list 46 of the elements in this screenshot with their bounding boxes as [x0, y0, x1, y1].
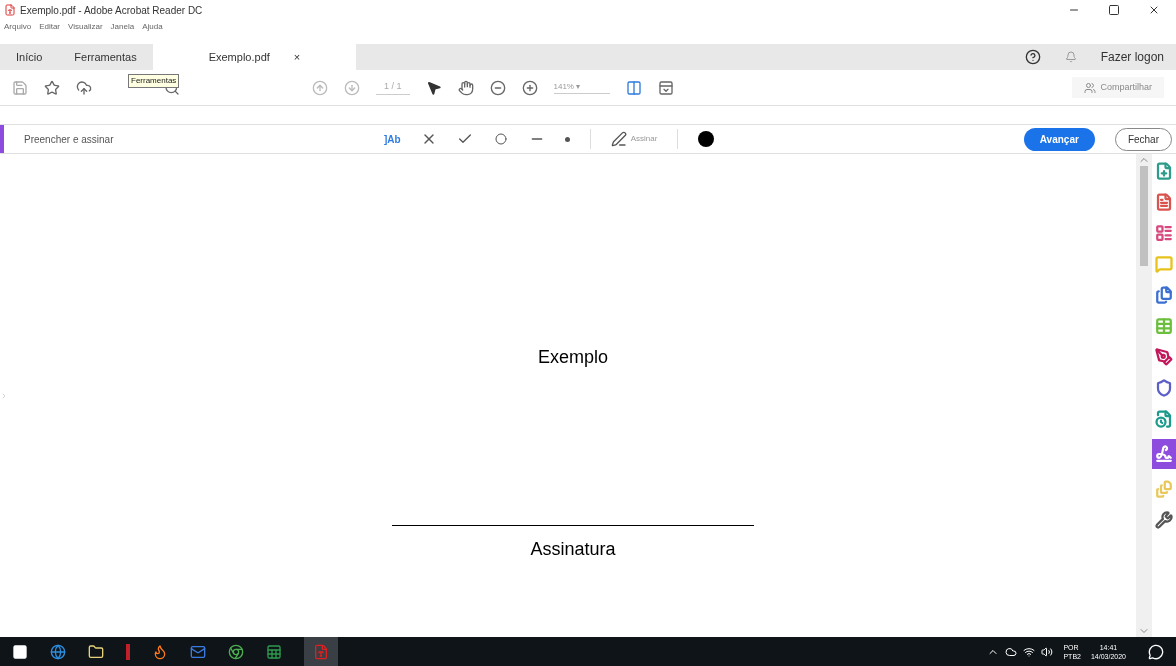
cloud-icon[interactable] — [1005, 645, 1018, 658]
wifi-icon[interactable] — [1023, 645, 1036, 658]
zoom-in-icon[interactable] — [521, 79, 538, 96]
notification-icon[interactable] — [1148, 643, 1164, 660]
menu-item[interactable]: Ajuda — [142, 21, 163, 33]
signature-icon[interactable] — [1152, 439, 1176, 469]
dot-tool-icon[interactable] — [564, 136, 570, 142]
help-icon[interactable] — [1024, 49, 1041, 65]
maximize-icon[interactable] — [1108, 4, 1120, 16]
close-tab-icon[interactable]: × — [293, 48, 301, 66]
spreadsheet-icon[interactable] — [266, 643, 282, 660]
hand-icon[interactable] — [457, 79, 474, 96]
app-icon[interactable] — [126, 643, 130, 660]
tab[interactable]: Início — [0, 44, 59, 70]
menu-item[interactable]: Janela — [110, 21, 135, 33]
panel-title: Preencher e assinar — [24, 132, 115, 147]
color-swatch[interactable] — [698, 131, 715, 147]
tab[interactable]: Ferramentas — [58, 44, 153, 70]
share-button[interactable]: Compartilhar — [1072, 76, 1164, 99]
menu-item[interactable]: Editar — [39, 21, 61, 33]
window-title: Exemplo.pdf - Adobe Acrobat Reader DC — [20, 3, 203, 18]
scrollbar-thumb[interactable] — [1140, 166, 1148, 266]
star-icon[interactable] — [44, 79, 60, 96]
zoom-out-icon[interactable] — [489, 79, 506, 96]
tab[interactable]: Exemplo.pdf × — [152, 44, 357, 70]
start-icon[interactable] — [12, 643, 28, 660]
pen-icon — [610, 131, 627, 147]
menu-item[interactable]: Arquivo — [4, 21, 32, 33]
text-tool-icon[interactable]: ]Ab — [384, 131, 401, 147]
menu-item[interactable]: Visualizar — [68, 21, 103, 33]
mail-icon[interactable] — [190, 643, 206, 660]
app-icon — [4, 4, 16, 16]
document-heading: Exemplo — [538, 346, 608, 369]
signature-label: Assinatura — [530, 538, 616, 561]
browser-icon[interactable] — [50, 643, 66, 660]
login-button[interactable]: Fazer logon — [1088, 44, 1176, 70]
pointer-icon[interactable] — [425, 79, 442, 96]
volume-icon[interactable] — [1041, 645, 1054, 658]
folder-icon[interactable] — [88, 643, 104, 660]
tooltip: Ferramentas — [128, 74, 180, 88]
upload-icon[interactable] — [76, 79, 92, 96]
close-icon[interactable] — [1148, 4, 1160, 16]
page-display-icon[interactable] — [625, 79, 642, 96]
wrench-icon[interactable] — [1152, 509, 1176, 531]
next-button[interactable]: Avançar — [1023, 127, 1095, 151]
ellipse-tool-icon[interactable] — [492, 133, 509, 145]
